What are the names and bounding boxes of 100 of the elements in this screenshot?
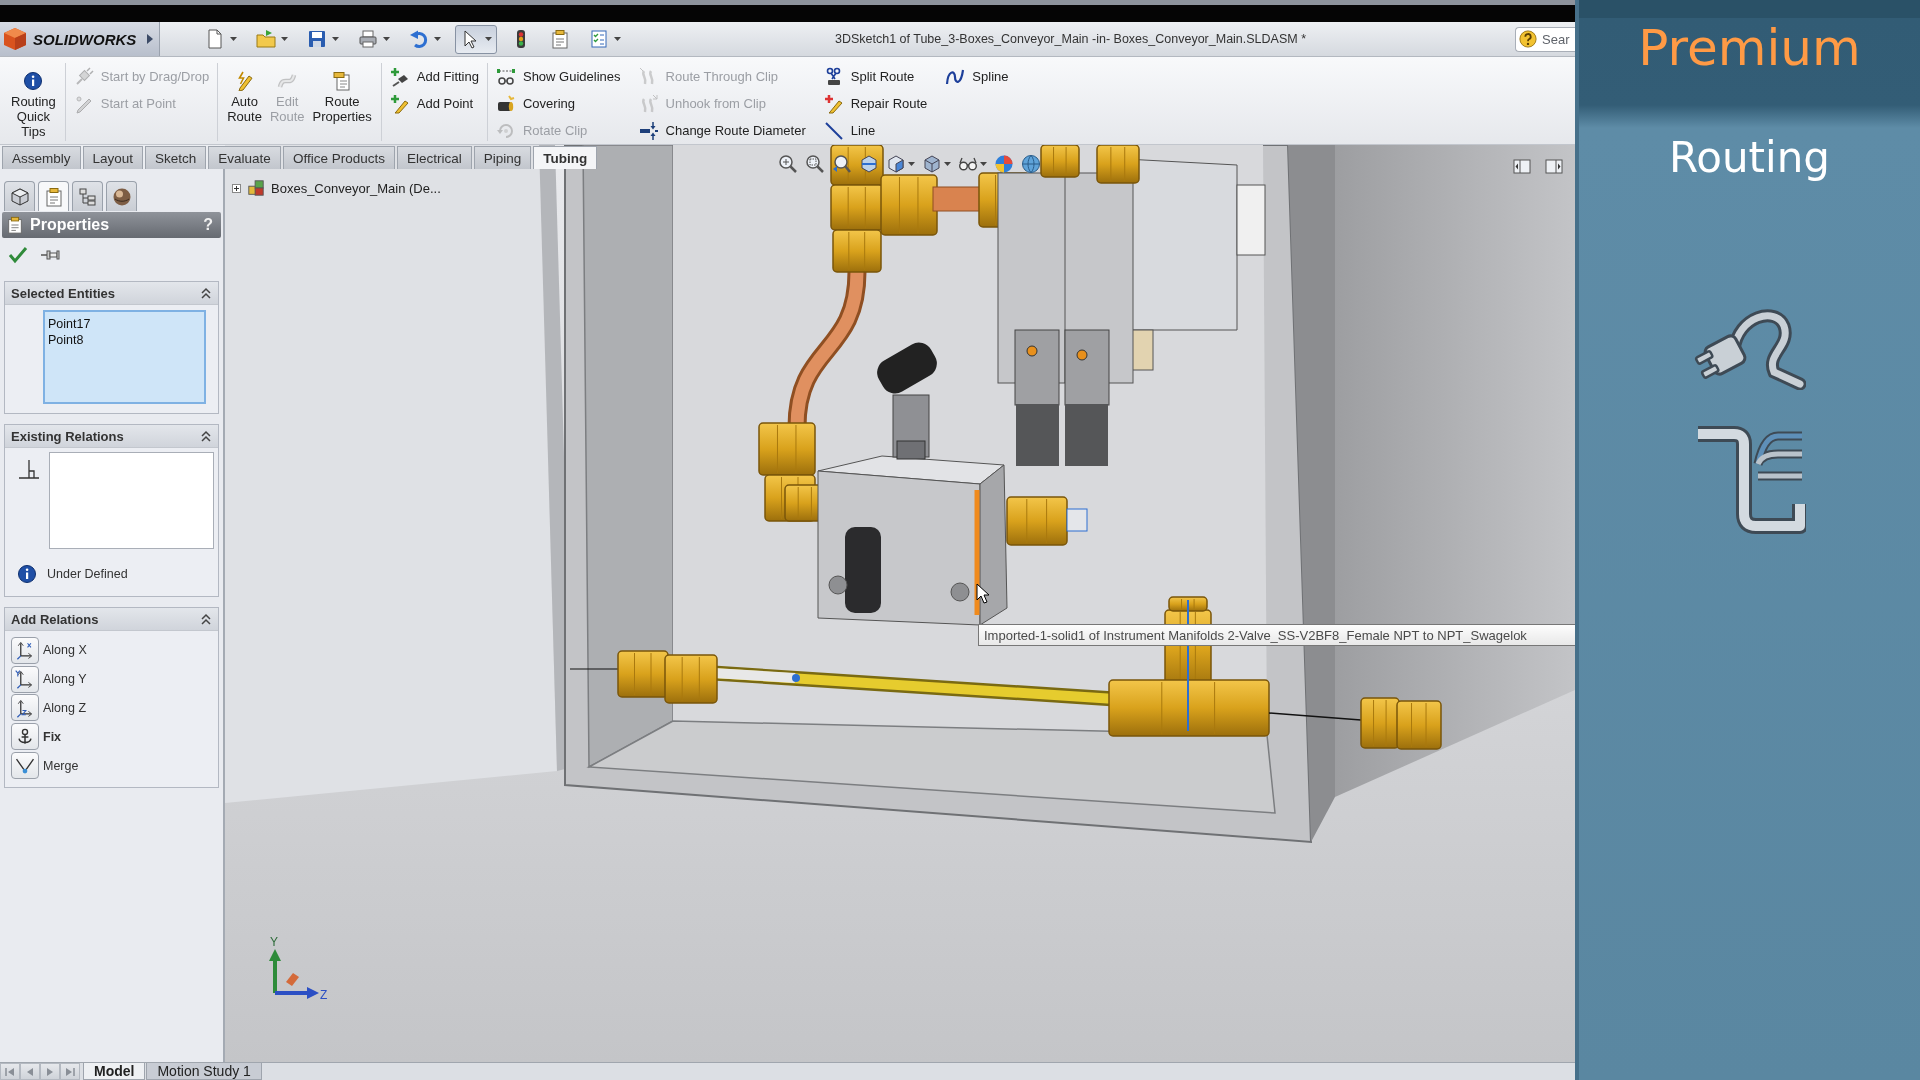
relation-option[interactable]: Fix [11, 722, 214, 752]
command-button[interactable]: Change Route Diameter [636, 117, 808, 144]
command-tab[interactable]: Piping [473, 146, 532, 169]
document-icon [332, 71, 353, 91]
command-button[interactable]: Covering [493, 90, 623, 117]
group-title: Selected Entities [11, 285, 116, 301]
tube-fitting [1006, 496, 1068, 546]
plug-icon [1693, 306, 1806, 390]
guideline-icon [495, 66, 516, 87]
list-item[interactable]: Point17 [48, 316, 201, 332]
skip-end-icon [65, 1066, 75, 1077]
right-triangle-icon [45, 1066, 55, 1077]
panel-tab[interactable] [106, 181, 137, 211]
command-tab[interactable]: Layout [82, 146, 144, 169]
group-title: Existing Relations [11, 428, 124, 444]
plus-box-icon[interactable] [232, 183, 241, 193]
tree-item[interactable]: Boxes_Conveyor_Main (De... [271, 180, 441, 196]
first-button[interactable] [0, 1063, 20, 1080]
quick-access-button[interactable] [455, 24, 497, 54]
list-item[interactable]: Point8 [48, 332, 201, 348]
double-chevron-icon[interactable] [200, 430, 212, 442]
tube-fitting [1040, 145, 1080, 178]
command-tab[interactable]: Tubing [533, 146, 598, 169]
undo-icon [409, 29, 429, 49]
expand-arrow-icon[interactable] [146, 33, 154, 45]
command-tab[interactable]: Sketch [145, 146, 207, 169]
cube-icon[interactable] [886, 154, 906, 174]
panel-toggle-icon[interactable] [1513, 159, 1531, 174]
along-x-icon [11, 636, 39, 664]
zoom-back-icon[interactable] [832, 154, 852, 174]
clipboard-icon [6, 216, 24, 234]
along-z-icon [11, 694, 39, 722]
check-icon[interactable] [8, 245, 28, 265]
cylinder-icon [495, 93, 516, 114]
folder-icon [256, 29, 276, 49]
zoom-area-icon[interactable] [805, 154, 825, 174]
command-button[interactable]: Add Fitting [387, 63, 481, 90]
panel-toggle-icon[interactable] [1545, 159, 1563, 174]
command-button[interactable]: Show Guidelines [493, 63, 623, 90]
last-button[interactable] [60, 1063, 80, 1080]
cube-logo-icon [3, 27, 27, 51]
section-cube-icon[interactable] [859, 154, 879, 174]
sketch-point [792, 674, 800, 682]
command-tab[interactable]: Evaluate [208, 146, 281, 169]
tooltip: Imported-1-solid1 of Instrument Manifolds 2-Valve_SS-V2BF8_Female NPT to NPT_Swagelok [978, 624, 1575, 646]
anchor-icon [11, 723, 39, 751]
pointer-cursor-icon [976, 583, 990, 604]
tube-fitting [1360, 697, 1400, 749]
plus-fitting-icon [389, 66, 410, 87]
relation-option[interactable]: Along Z [11, 693, 214, 723]
relation-symbol-icon [17, 458, 41, 482]
command-button[interactable]: Split Route [821, 63, 930, 90]
command-tab[interactable]: Assembly [2, 146, 81, 169]
command-button[interactable]: Spline [943, 63, 1011, 90]
command-button[interactable]: Routing Quick Tips [8, 63, 59, 139]
panel-tab[interactable] [4, 181, 35, 211]
next-button[interactable] [40, 1063, 60, 1080]
shaded-cube-icon[interactable] [922, 154, 942, 174]
panel-tab[interactable] [38, 181, 69, 211]
window-title: 3DSketch1 of Tube_3-Boxes_Conveyor_Main -in- Boxes_Conveyor_Main.SLDASM * [833, 32, 1308, 46]
color-sphere-icon[interactable] [994, 154, 1014, 174]
along-y-icon [11, 665, 39, 693]
selection-list[interactable]: Point17 Point8 [43, 310, 206, 404]
command-button[interactable]: Repair Route [821, 90, 930, 117]
axis-label: Z [320, 988, 328, 1002]
printer-icon [358, 29, 378, 49]
double-chevron-icon[interactable] [200, 287, 212, 299]
pencil-icon [73, 93, 94, 114]
checklist-icon [589, 29, 609, 49]
zoom-icon[interactable] [778, 154, 798, 174]
globe-icon[interactable] [1021, 154, 1041, 174]
command-button[interactable]: Line [821, 117, 930, 144]
promo-title: Premium [1638, 20, 1861, 76]
sphere-icon [111, 186, 132, 207]
x-axis-marker [286, 973, 299, 986]
double-chevron-icon[interactable] [200, 613, 212, 625]
tube-fitting [617, 650, 669, 698]
plus-pencil-icon [823, 93, 844, 114]
panel-tab[interactable] [72, 181, 103, 211]
command-button[interactable]: Route Properties [309, 63, 375, 124]
merge-icon [11, 752, 39, 780]
tube-fitting [832, 229, 882, 273]
relation-option[interactable]: Merge [11, 751, 214, 780]
clipboard-icon [550, 29, 570, 49]
relation-option[interactable]: Along X [11, 636, 214, 665]
assembly-icon [247, 179, 265, 197]
bottom-tab[interactable]: Model [83, 1063, 146, 1080]
command-button[interactable]: Add Point [387, 90, 481, 117]
document-icon [205, 29, 225, 49]
bottom-tab[interactable]: Motion Study 1 [146, 1063, 262, 1080]
command-tab[interactable]: Electrical [396, 146, 472, 169]
relation-option[interactable]: Along Y [11, 664, 214, 694]
tube-fitting [664, 654, 718, 704]
command-button[interactable]: Auto Route [224, 63, 265, 124]
tube-fitting [1096, 145, 1140, 184]
info-icon [23, 71, 44, 91]
command-tab[interactable]: Office Products [282, 146, 395, 169]
axis-label: Y [270, 935, 278, 949]
left-triangle-icon [25, 1066, 35, 1077]
previous-button[interactable] [20, 1063, 40, 1080]
